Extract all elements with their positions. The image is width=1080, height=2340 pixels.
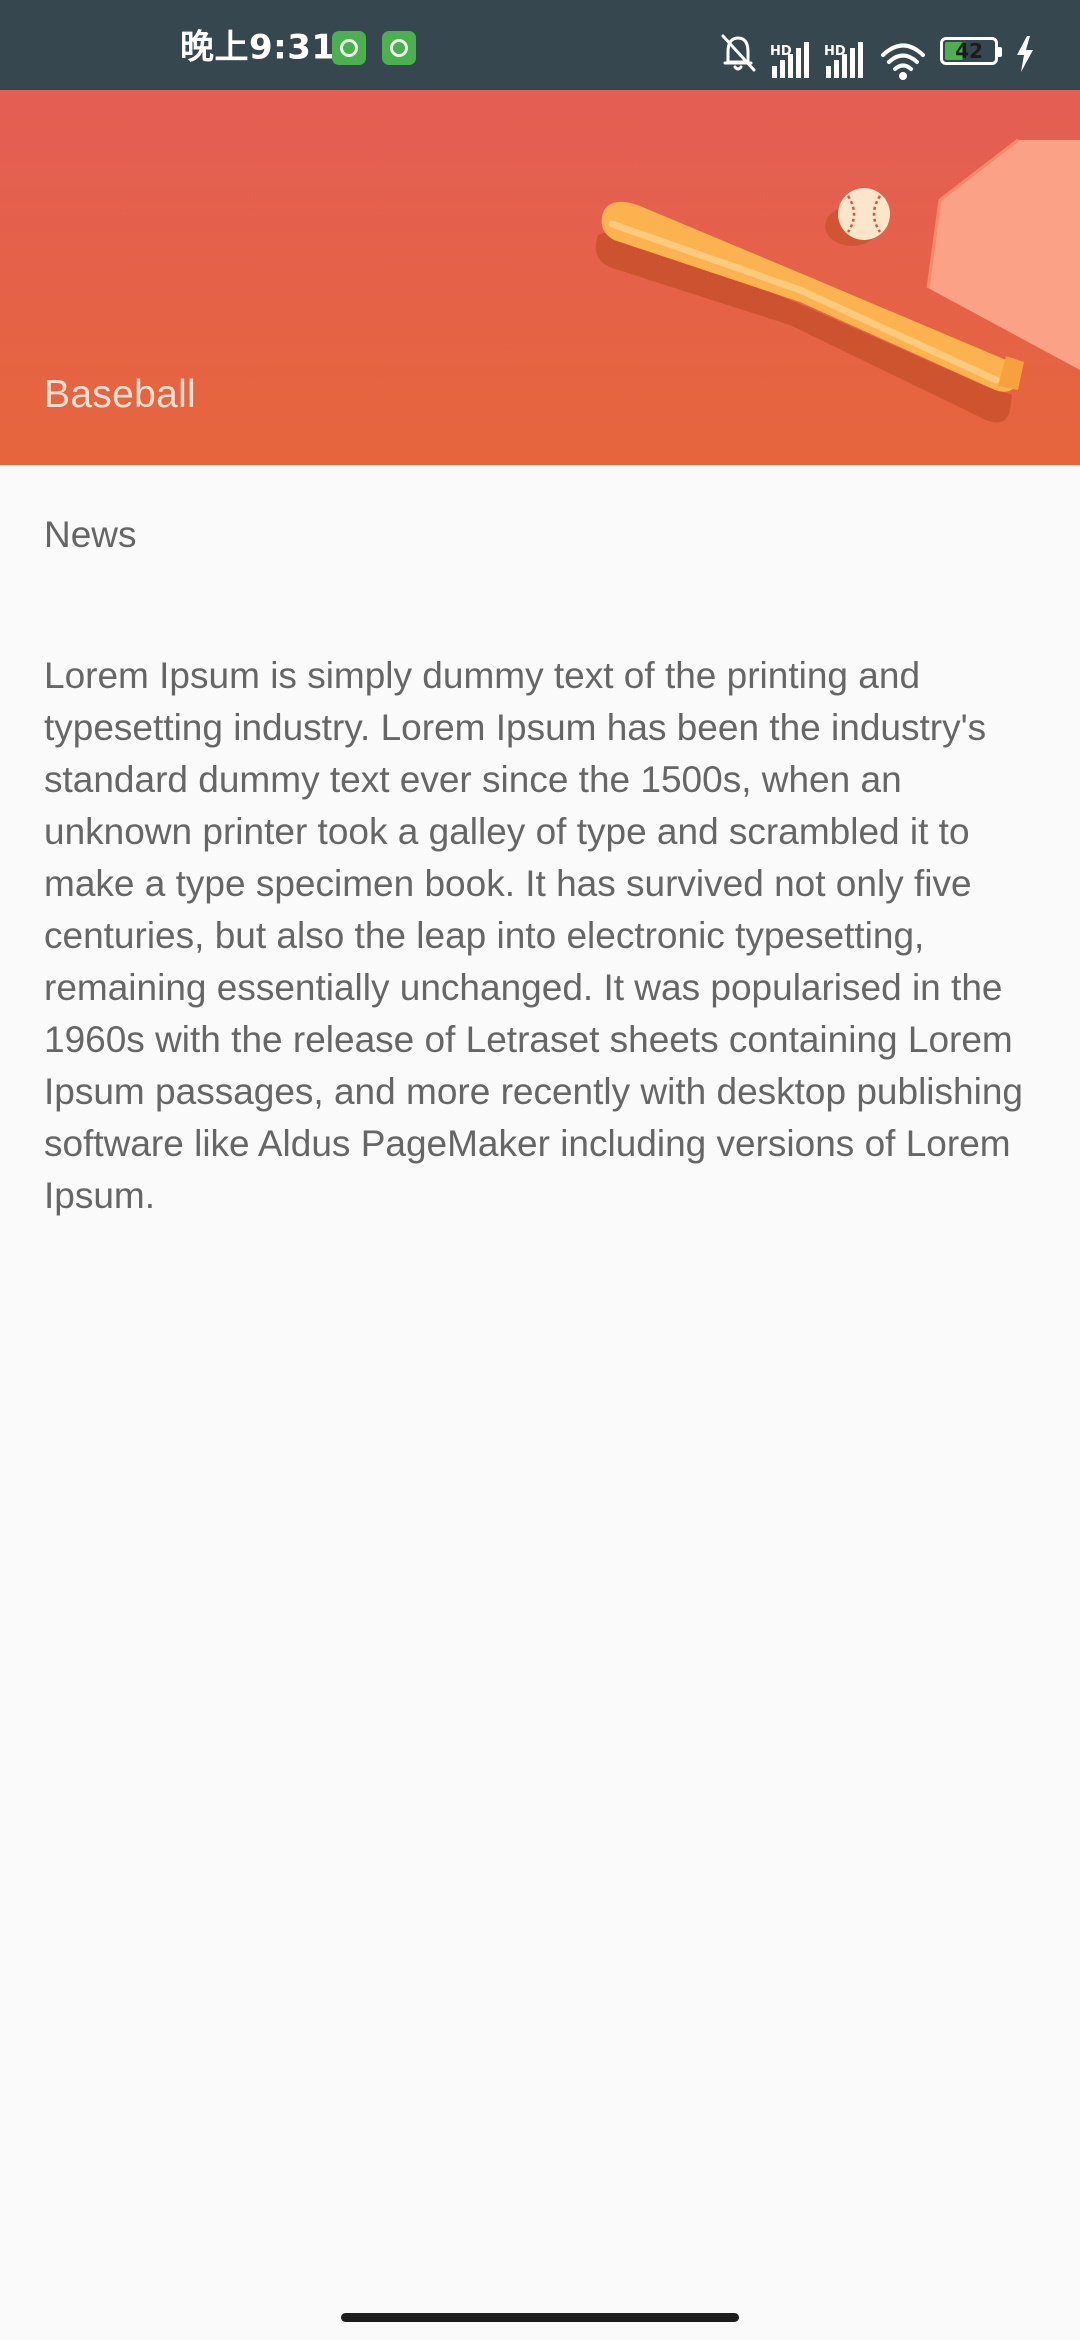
app-badge-icon xyxy=(382,31,416,65)
app-badge-icon xyxy=(332,31,366,65)
status-time: 晚上9:31 xyxy=(180,27,336,68)
charging-bolt-icon xyxy=(1017,36,1033,72)
baseball-icon xyxy=(825,188,890,246)
home-plate-icon xyxy=(926,138,1080,370)
header-title: Baseball xyxy=(44,373,197,416)
section-label: News xyxy=(44,514,137,555)
battery-tip xyxy=(998,47,1002,57)
hd-signal-icon: HD xyxy=(770,42,809,78)
gesture-nav-handle[interactable] xyxy=(341,2313,739,2322)
collapsing-header: Baseball xyxy=(0,90,1080,465)
battery-level: 42 xyxy=(955,39,983,63)
status-bar: 晚上9:31 HD HD 42 xyxy=(0,0,1080,90)
battery-icon: 42 xyxy=(940,37,1002,65)
alarm-off-icon xyxy=(721,34,756,72)
hd-signal-icon: HD xyxy=(824,42,863,78)
body-text: Lorem Ipsum is simply dummy text of the … xyxy=(44,655,1023,1216)
wifi-icon xyxy=(881,43,925,80)
